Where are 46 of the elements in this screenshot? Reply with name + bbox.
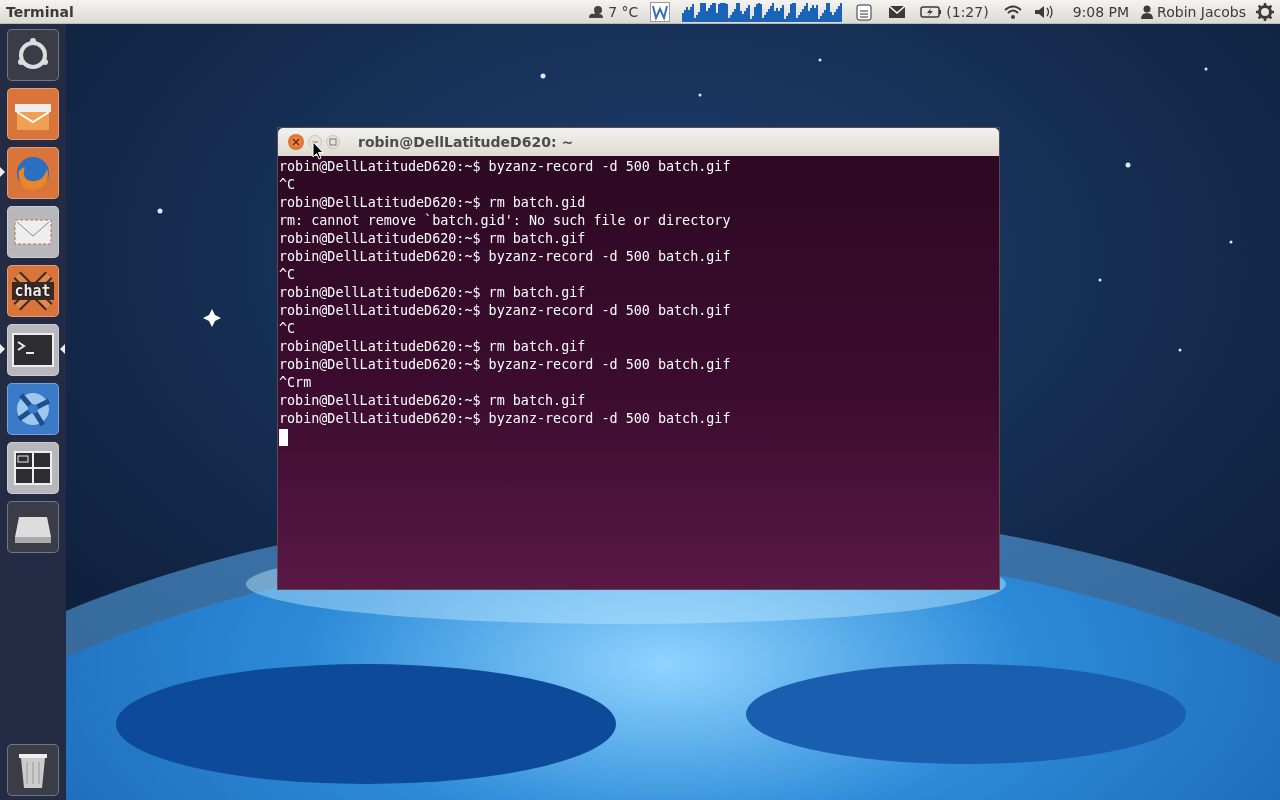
terminal-line: rm: cannot remove `batch.gid': No such file or directory (279, 212, 732, 230)
battery-time: (1:27) (946, 3, 989, 20)
app-title: Terminal (6, 3, 75, 20)
maximize-icon (329, 138, 337, 146)
mouse-pointer-icon (312, 141, 324, 160)
minimize-icon (311, 138, 319, 146)
terminal-line: robin@DellLatitudeD620:~$ byzanz-record -d 500 batch.gif (279, 158, 732, 176)
user-icon[interactable] (1141, 4, 1154, 19)
user-name[interactable]: Robin Jacobs (1157, 3, 1246, 20)
launcher-item[interactable] (6, 442, 59, 494)
terminal-line: robin@DellLatitudeD620:~$ byzanz-record -d 500 batch.gif (279, 302, 732, 320)
terminal-line: ^C (279, 320, 297, 338)
terminal-line: ^C (279, 176, 297, 194)
terminal-line: robin@DellLatitudeD620:~$ byzanz-record -d 500 batch.gif (279, 248, 732, 266)
clock[interactable]: 9:08 PM (1072, 3, 1130, 20)
close-icon (291, 137, 301, 147)
logo-text: chat (11, 282, 54, 300)
terminal-line: robin@DellLatitudeD620:~$ rm batch.gif (279, 230, 587, 248)
system-monitor-graph[interactable] (682, 1, 843, 22)
launcher-item[interactable] (6, 383, 59, 435)
terminal-line: robin@DellLatitudeD620:~$ rm batch.gid (279, 194, 587, 212)
launcher-item[interactable] (6, 147, 59, 199)
terminal-line: robin@DellLatitudeD620:~$ rm batch.gif (279, 338, 587, 356)
battery-icon[interactable] (920, 4, 943, 19)
terminal-line: ^Crm (279, 374, 313, 392)
launcher-item[interactable] (6, 88, 59, 140)
gear-icon[interactable] (1256, 2, 1274, 21)
notes-icon[interactable] (856, 2, 873, 21)
launcher-item[interactable] (6, 206, 59, 258)
launcher-item[interactable] (6, 29, 59, 81)
window-title: robin@DellLatitudeD620: ~ (358, 134, 574, 150)
terminal-line: robin@DellLatitudeD620:~$ rm batch.gif (279, 392, 587, 410)
terminal-line: robin@DellLatitudeD620:~$ rm batch.gif (279, 284, 587, 302)
terminal-line: ^C (279, 266, 297, 284)
terminal-line: robin@DellLatitudeD620:~$ byzanz-record -d 500 batch.gif (279, 410, 732, 428)
launcher-item[interactable] (6, 744, 59, 796)
wifi-icon[interactable] (1002, 3, 1023, 20)
temperature-text: 7 °C (608, 3, 639, 20)
word-icon[interactable] (650, 1, 671, 22)
volume-icon[interactable] (1032, 3, 1055, 20)
launcher-item[interactable]: chat (6, 265, 59, 317)
launcher-item[interactable] (6, 501, 59, 553)
terminal-line: robin@DellLatitudeD620:~$ byzanz-record -d 500 batch.gif (279, 356, 732, 374)
close-button[interactable] (288, 134, 304, 150)
launcher-item[interactable] (6, 324, 59, 376)
mail-icon[interactable] (888, 4, 907, 19)
